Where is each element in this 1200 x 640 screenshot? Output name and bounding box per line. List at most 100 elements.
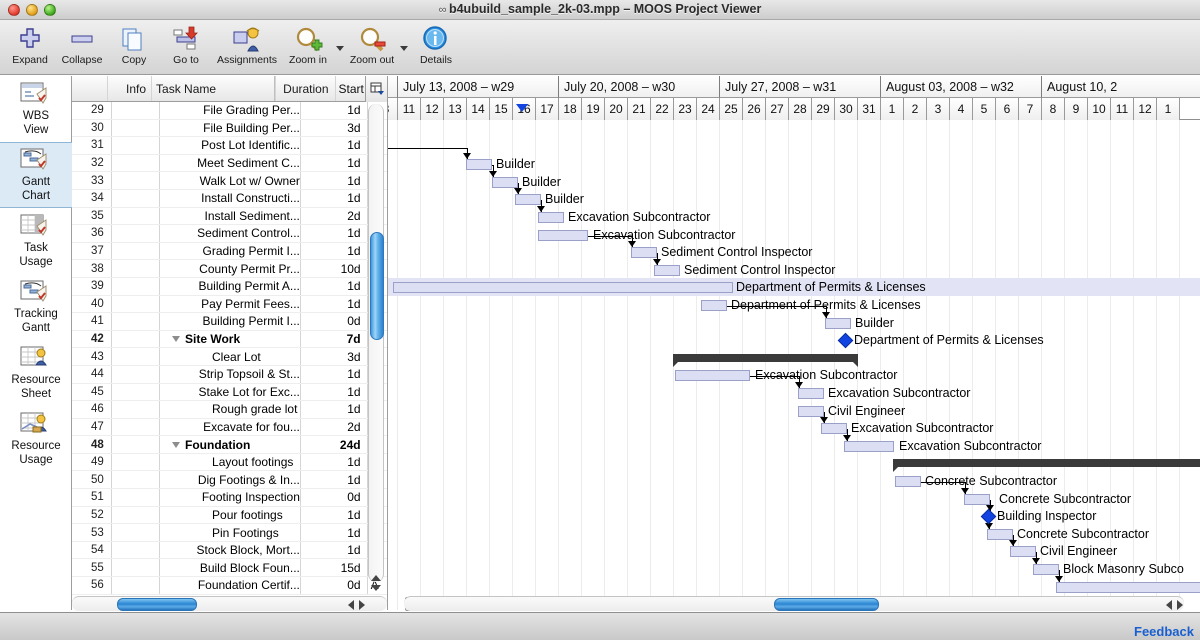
table-row[interactable]: 36Sediment Control...1d bbox=[72, 225, 387, 243]
gantt-task-bar[interactable] bbox=[654, 265, 680, 276]
scroll-down-icon[interactable] bbox=[371, 585, 381, 591]
view-item-tracking-gantt[interactable]: TrackingGantt bbox=[0, 274, 72, 340]
table-row[interactable]: 33Walk Lot w/ Owner1d bbox=[72, 172, 387, 190]
column-header-duration[interactable]: Duration bbox=[275, 76, 336, 101]
gantt-task-bar[interactable] bbox=[538, 212, 564, 223]
table-row[interactable]: 55Build Block Foun...15d bbox=[72, 559, 387, 577]
gantt-task-bar[interactable] bbox=[387, 124, 388, 135]
scroll-left-icon[interactable] bbox=[348, 600, 354, 610]
column-header-info[interactable]: Info bbox=[108, 76, 152, 101]
row-duration: 10d bbox=[300, 260, 368, 277]
gantt-task-bar[interactable] bbox=[393, 282, 733, 293]
gantt-scroll-right-icon[interactable] bbox=[1177, 600, 1183, 610]
gantt-h-scroll-thumb[interactable] bbox=[774, 598, 879, 611]
table-row[interactable]: 50Dig Footings & In...1d bbox=[72, 471, 387, 489]
vertical-scroll-thumb[interactable] bbox=[370, 232, 384, 340]
table-row[interactable]: 49Layout footings1d bbox=[72, 454, 387, 472]
gantt-task-bar[interactable] bbox=[821, 423, 847, 434]
task-name-text: File Building Per... bbox=[203, 121, 300, 135]
table-row[interactable]: 42Site Work7dJ bbox=[72, 331, 387, 349]
table-row[interactable]: 54Stock Block, Mort...1d bbox=[72, 542, 387, 560]
toolbar-dropdown-zoom-in[interactable] bbox=[334, 20, 346, 74]
toolbar-button-zoom-out[interactable]: Zoom out bbox=[346, 20, 398, 74]
task-table-horizontal-scrollbar[interactable] bbox=[72, 596, 387, 611]
gantt-task-bar[interactable] bbox=[538, 230, 588, 241]
gantt-task-bar[interactable] bbox=[798, 388, 824, 399]
gantt-task-bar[interactable] bbox=[466, 159, 492, 170]
column-header-id[interactable] bbox=[72, 76, 108, 101]
toolbar-button-copy[interactable]: Copy bbox=[108, 20, 160, 74]
task-table-vertical-scrollbar[interactable] bbox=[368, 104, 384, 582]
gantt-task-bar[interactable] bbox=[895, 476, 921, 487]
toolbar-button-collapse[interactable]: Collapse bbox=[56, 20, 108, 74]
table-row[interactable]: 52Pour footings1d bbox=[72, 507, 387, 525]
gantt-task-bar[interactable] bbox=[964, 494, 990, 505]
table-row[interactable]: 51Footing Inspection0d bbox=[72, 489, 387, 507]
table-row[interactable]: 35Install Sediment...2d bbox=[72, 208, 387, 226]
scroll-up-icon[interactable] bbox=[371, 575, 381, 581]
table-row[interactable]: 48Foundation24dA bbox=[72, 436, 387, 454]
table-row[interactable]: 53Pin Footings1d bbox=[72, 524, 387, 542]
table-row[interactable]: 39Building Permit A...1d bbox=[72, 278, 387, 296]
toolbar-button-expand[interactable]: Expand bbox=[4, 20, 56, 74]
gantt-h-scroll-buttons[interactable] bbox=[1166, 598, 1196, 611]
view-item-task-usage[interactable]: TaskUsage bbox=[0, 208, 72, 274]
gantt-task-bar[interactable] bbox=[492, 177, 518, 188]
view-item-gantt-chart[interactable]: GanttChart bbox=[0, 142, 72, 208]
table-row[interactable]: 31Post Lot Identific...1d bbox=[72, 137, 387, 155]
view-item-resource-usage[interactable]: ResourceUsage bbox=[0, 406, 72, 472]
expand-collapse-triangle-icon[interactable] bbox=[172, 442, 180, 448]
table-row[interactable]: 29File Grading Per...1d bbox=[72, 102, 387, 120]
gantt-task-bar[interactable] bbox=[1010, 546, 1036, 557]
gantt-horizontal-scrollbar[interactable] bbox=[404, 596, 1184, 611]
gantt-task-bar[interactable] bbox=[798, 406, 824, 417]
gantt-task-bar[interactable] bbox=[987, 529, 1013, 540]
gantt-task-bar[interactable] bbox=[675, 370, 750, 381]
column-chooser-icon[interactable] bbox=[365, 76, 387, 102]
table-row[interactable]: 32Meet Sediment C...1d bbox=[72, 155, 387, 173]
gantt-bar-label: Department of Permits & Licenses bbox=[854, 334, 1044, 346]
row-duration: 1d bbox=[300, 102, 368, 119]
expand-collapse-triangle-icon[interactable] bbox=[172, 336, 180, 342]
table-row[interactable]: 43Clear Lot3d bbox=[72, 348, 387, 366]
table-row[interactable]: 38County Permit Pr...10d bbox=[72, 260, 387, 278]
gantt-task-bar[interactable] bbox=[1033, 564, 1059, 575]
view-label-wbs-view: WBS bbox=[23, 110, 49, 123]
gantt-task-bar[interactable] bbox=[515, 194, 541, 205]
table-row[interactable]: 41Building Permit I...0d bbox=[72, 313, 387, 331]
table-row[interactable]: 46Rough grade lot1d bbox=[72, 401, 387, 419]
table-row[interactable]: 34Install Constructi...1d bbox=[72, 190, 387, 208]
table-row[interactable]: 40Pay Permit Fees...1d bbox=[72, 296, 387, 314]
table-h-scroll-buttons[interactable] bbox=[348, 598, 378, 611]
scroll-right-icon[interactable] bbox=[359, 600, 365, 610]
toolbar-button-zoom-in[interactable]: Zoom in bbox=[282, 20, 334, 74]
table-row[interactable]: 47Excavate for fou...2d bbox=[72, 419, 387, 437]
table-row[interactable]: 30File Building Per...3d bbox=[72, 120, 387, 138]
gantt-task-bar[interactable] bbox=[844, 441, 894, 452]
task-name-text: Dig Footings & In... bbox=[198, 473, 300, 487]
gantt-summary-bar[interactable] bbox=[893, 459, 1200, 467]
gantt-scroll-left-icon[interactable] bbox=[1166, 600, 1172, 610]
gantt-task-bar[interactable] bbox=[631, 247, 657, 258]
table-row[interactable]: 56Foundation Certif...0dA bbox=[72, 577, 387, 595]
table-h-scroll-thumb[interactable] bbox=[117, 598, 197, 611]
table-row[interactable]: 37Grading Permit I...1d bbox=[72, 243, 387, 261]
feedback-link[interactable]: Feedback bbox=[1134, 624, 1194, 639]
gantt-task-bar[interactable] bbox=[1056, 582, 1200, 593]
row-id: 48 bbox=[72, 436, 112, 453]
column-header-taskname[interactable]: Task Name bbox=[152, 76, 275, 101]
table-row[interactable]: 45Stake Lot for Exc...1d bbox=[72, 384, 387, 402]
view-item-wbs-view[interactable]: WBSView bbox=[0, 76, 72, 142]
gantt-task-bar[interactable] bbox=[701, 300, 727, 311]
toolbar-dropdown-zoom-out[interactable] bbox=[398, 20, 410, 74]
view-item-resource-sheet[interactable]: ResourceSheet bbox=[0, 340, 72, 406]
table-row[interactable]: 44Strip Topsoil & St...1d bbox=[72, 366, 387, 384]
gantt-task-bar[interactable] bbox=[825, 318, 851, 329]
gantt-day-column bbox=[490, 120, 513, 610]
gantt-summary-bar[interactable] bbox=[673, 354, 858, 362]
toolbar-button-assignments[interactable]: Assignments bbox=[212, 20, 282, 74]
gantt-task-bar[interactable] bbox=[387, 142, 388, 153]
toolbar-button-goto[interactable]: Go to bbox=[160, 20, 212, 74]
gantt-chart-body[interactable]: lderBuilderBuilderBuilderExcavation Subc… bbox=[388, 120, 1200, 610]
toolbar-button-details[interactable]: Details bbox=[410, 20, 462, 74]
